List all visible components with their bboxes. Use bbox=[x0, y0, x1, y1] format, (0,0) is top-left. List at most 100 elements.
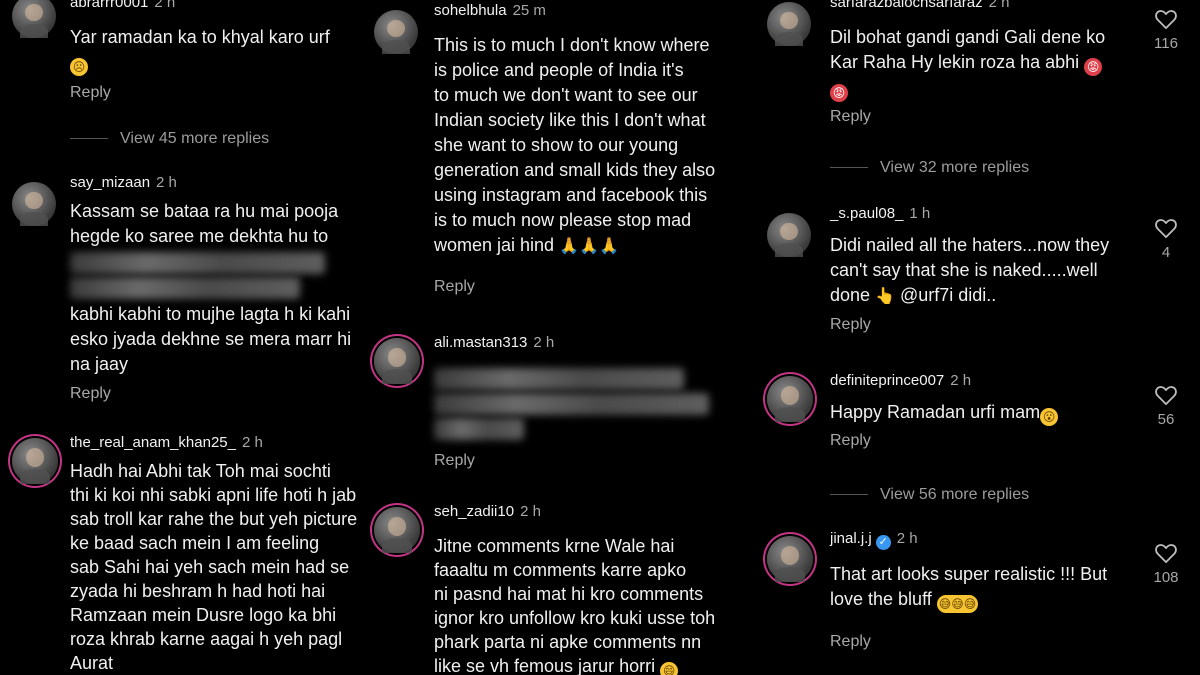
username[interactable]: definiteprince007 bbox=[830, 372, 944, 389]
divider bbox=[830, 167, 868, 169]
timestamp: 2 h bbox=[988, 0, 1010, 11]
comment-line: zyada hi beshram h had hoti hai bbox=[70, 581, 326, 601]
avatar[interactable] bbox=[374, 10, 418, 54]
blurred-text bbox=[434, 418, 524, 440]
like-count: 56 bbox=[1157, 411, 1175, 428]
username[interactable]: the_real_anam_khan25_ bbox=[70, 434, 236, 451]
avatar[interactable] bbox=[767, 2, 811, 46]
view-more-replies[interactable]: View 56 more replies bbox=[830, 486, 1029, 504]
comment-line: na jaay bbox=[70, 354, 129, 374]
comment-line: like se vh femous jarur horri bbox=[434, 656, 656, 675]
avatar[interactable] bbox=[12, 182, 56, 226]
view-more-replies-label: View 45 more replies bbox=[120, 130, 270, 147]
comment-line: Kassam se bataa ra hu mai pooja bbox=[70, 201, 339, 221]
comment-line: women jai hind bbox=[434, 235, 555, 255]
laughing-emoji: 😄 bbox=[660, 662, 679, 675]
comment-line: esko jyada dekhne se mera marr hi bbox=[70, 329, 352, 349]
comments-column-1: abrarrr0001 2 h Yar ramadan ka to khyal k… bbox=[0, 0, 370, 675]
view-more-replies-label: View 56 more replies bbox=[880, 486, 1030, 503]
comment-line: That art looks super realistic !!! But bbox=[830, 564, 1108, 584]
like-control: 4 bbox=[1146, 218, 1186, 261]
comment-text: Yar ramadan ka to khyal karo urf bbox=[70, 27, 330, 47]
comment-line: Hadh hai Abhi tak Toh mai sochti bbox=[70, 461, 331, 481]
verified-badge-icon: ✓ bbox=[875, 535, 891, 550]
reply-button[interactable]: Reply bbox=[830, 316, 1130, 334]
comment-text: Happy Ramadan urfi mam bbox=[830, 402, 1041, 422]
username[interactable]: jinal.j.j bbox=[830, 530, 872, 547]
username[interactable]: sohelbhula bbox=[434, 2, 507, 19]
comment-line: Jitne comments krne Wale hai bbox=[434, 536, 675, 556]
surprised-emoji: 😮 bbox=[1040, 408, 1059, 426]
reply-button[interactable]: Reply bbox=[830, 633, 1130, 651]
sweat-smile-emoji: 😅😅😅 bbox=[936, 595, 979, 613]
comment-line: done bbox=[830, 285, 871, 305]
blurred-text bbox=[434, 393, 709, 415]
timestamp: 2 h bbox=[533, 334, 555, 351]
comment-line: she want to show to our young bbox=[434, 135, 679, 155]
username[interactable]: say_mizaan bbox=[70, 174, 150, 191]
view-more-replies[interactable]: View 45 more replies bbox=[70, 130, 269, 148]
comment-line: Ramzaan mein Dusre logo ka bhi bbox=[70, 605, 337, 625]
angry-emoji: 😡 bbox=[830, 84, 848, 102]
timestamp: 2 h bbox=[950, 372, 972, 389]
timestamp: 2 h bbox=[520, 503, 541, 520]
comment-line: sab troll kar rahe the but yeh picture bbox=[70, 509, 358, 529]
comment-line: Kar Raha Hy lekin roza ha abhi bbox=[830, 52, 1080, 72]
avatar[interactable] bbox=[767, 376, 813, 422]
comment-line: ke baad sach mein I am feeling bbox=[70, 533, 320, 553]
comment-line: love the bluff bbox=[830, 589, 932, 609]
comment-line: kabhi kabhi to mujhe lagta h ki kahi bbox=[70, 304, 351, 324]
divider bbox=[830, 494, 868, 496]
view-more-replies[interactable]: View 32 more replies bbox=[830, 159, 1029, 177]
comment-line: faaaltu m comments karre apko bbox=[434, 560, 687, 580]
sad-emoji: ☹ bbox=[70, 58, 88, 76]
reply-button[interactable]: Reply bbox=[830, 432, 1130, 450]
avatar[interactable] bbox=[767, 536, 813, 582]
comment-line: generation and small kids they also bbox=[434, 160, 716, 180]
comment-line: using instagram and facebook this bbox=[434, 185, 708, 205]
like-control: 108 bbox=[1146, 543, 1186, 586]
angry-emoji: 😡 bbox=[1084, 58, 1103, 76]
comment-line: Indian society like this I don't what bbox=[434, 110, 706, 130]
avatar[interactable] bbox=[767, 213, 811, 257]
timestamp: 2 h bbox=[154, 0, 176, 11]
avatar[interactable] bbox=[12, 438, 58, 484]
comment-line: is police and people of India it's bbox=[434, 60, 684, 80]
comment-line: thi ki koi nhi sabki apni life hoti h ja… bbox=[70, 485, 357, 505]
comment-line: This is to much I don't know where bbox=[434, 35, 710, 55]
avatar[interactable] bbox=[374, 338, 420, 384]
username[interactable]: ali.mastan313 bbox=[434, 334, 527, 351]
view-more-replies-label: View 32 more replies bbox=[880, 159, 1030, 176]
username[interactable]: seh_zadii10 bbox=[434, 503, 514, 520]
comment-line: ignor kro unfollow kro kuki usse toh bbox=[434, 608, 716, 628]
heart-icon[interactable] bbox=[1155, 385, 1177, 405]
comment-line: phark parta ni apke comments nn bbox=[434, 632, 702, 652]
heart-icon[interactable] bbox=[1155, 218, 1177, 238]
comments-column-3: sarfarazbalochsarfaraz 2 h Dil bohat gand… bbox=[755, 0, 1200, 675]
reply-button[interactable]: Reply bbox=[830, 108, 1130, 126]
username[interactable]: abrarrr0001 bbox=[70, 0, 148, 11]
username[interactable]: sarfarazbalochsarfaraz bbox=[830, 0, 983, 11]
avatar[interactable] bbox=[12, 0, 56, 38]
reply-button[interactable]: Reply bbox=[434, 452, 745, 470]
mention-link[interactable]: @urf7i didi.. bbox=[900, 285, 996, 305]
folded-hands-emoji: 🙏🙏🙏 bbox=[559, 236, 619, 255]
reply-button[interactable]: Reply bbox=[70, 385, 360, 403]
avatar[interactable] bbox=[374, 507, 420, 553]
heart-icon[interactable] bbox=[1155, 543, 1177, 563]
comment-line: to much we don't want to see our bbox=[434, 85, 698, 105]
like-count: 116 bbox=[1154, 35, 1178, 52]
timestamp: 2 h bbox=[241, 434, 263, 451]
reply-button[interactable]: Reply bbox=[70, 84, 360, 102]
heart-icon[interactable] bbox=[1155, 9, 1177, 29]
username[interactable]: _s.paul08_ bbox=[830, 205, 903, 222]
comment-line: is to much now please stop mad bbox=[434, 210, 692, 230]
reply-button[interactable]: Reply bbox=[434, 278, 745, 296]
like-control: 56 bbox=[1146, 385, 1186, 428]
timestamp: 2 h bbox=[896, 530, 918, 547]
pointing-up-emoji: 👆 bbox=[875, 286, 895, 305]
like-count: 4 bbox=[1161, 244, 1171, 261]
blurred-text bbox=[70, 277, 300, 299]
like-count: 108 bbox=[1153, 569, 1179, 586]
comments-column-2: sohelbhula 25 m This is to much I don't k… bbox=[370, 0, 755, 675]
